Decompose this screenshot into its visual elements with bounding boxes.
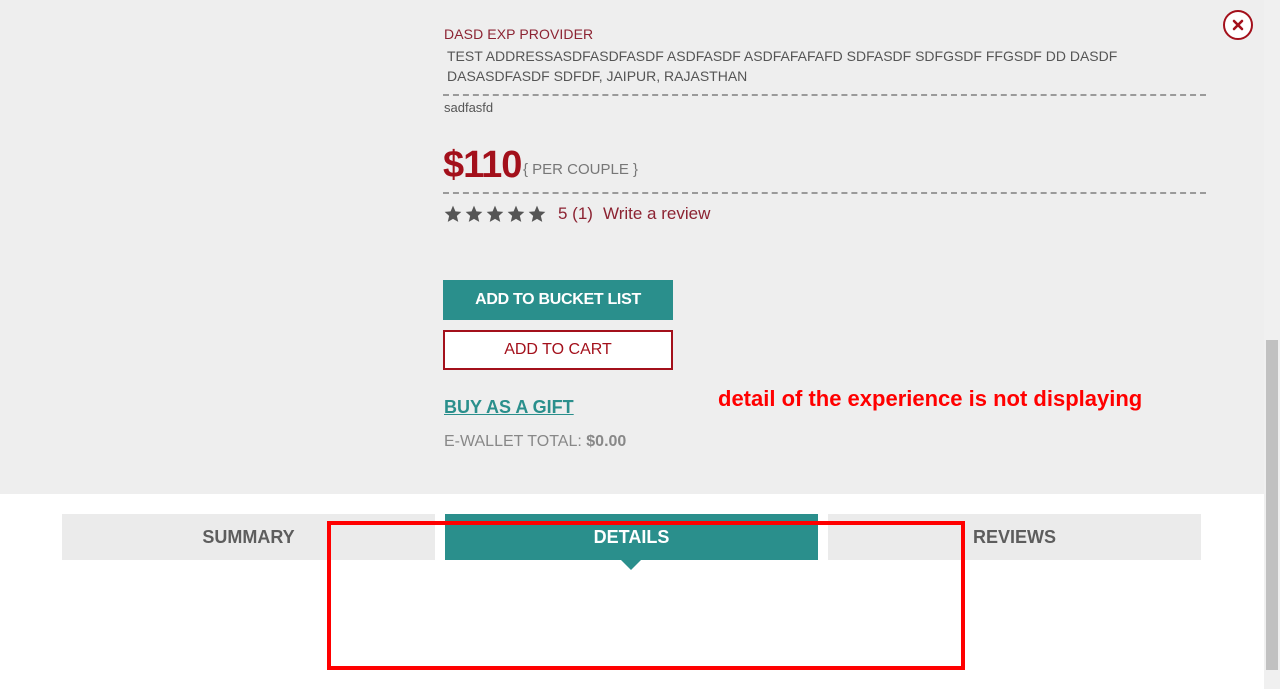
star-icon (507, 205, 525, 222)
rating: 5 (1) Write a review (443, 204, 710, 224)
divider (443, 94, 1206, 96)
close-button[interactable] (1223, 10, 1253, 40)
e-wallet-label: E-WALLET TOTAL: (444, 433, 582, 450)
buy-as-gift-link[interactable]: BUY AS A GIFT (444, 397, 574, 418)
star-icon (465, 205, 483, 222)
scrollbar-thumb[interactable] (1266, 340, 1278, 670)
add-to-bucket-list-button[interactable]: ADD TO BUCKET LIST (443, 280, 673, 320)
star-icon (528, 205, 546, 222)
e-wallet-amount: $0.00 (586, 433, 627, 450)
product-modal-page: DASD EXP PROVIDER TEST ADDRESSASDFASDFAS… (0, 0, 1280, 689)
price-unit: { PER COUPLE } (523, 161, 639, 178)
add-to-cart-button[interactable]: ADD TO CART (443, 330, 673, 370)
star-icon (444, 205, 462, 222)
divider (443, 192, 1206, 194)
short-description: sadfasfd (444, 100, 494, 115)
star-rating (443, 204, 547, 224)
rating-value: 5 (1) (558, 204, 593, 223)
annotation-highlight-box (327, 521, 965, 670)
product-info-panel: DASD EXP PROVIDER TEST ADDRESSASDFASDFAS… (0, 0, 1264, 494)
vertical-scrollbar[interactable] (1264, 0, 1280, 689)
provider-name: DASD EXP PROVIDER (444, 26, 594, 42)
write-review-link[interactable]: Write a review (603, 204, 710, 224)
close-icon (1232, 19, 1244, 31)
price: $110 (443, 144, 522, 186)
provider-address: TEST ADDRESSASDFASDFASDF ASDFASDF ASDFAF… (447, 48, 1118, 84)
annotation-note: detail of the experience is not displayi… (718, 386, 1143, 411)
e-wallet-total: E-WALLET TOTAL: $0.00 (444, 433, 626, 451)
star-icon (486, 205, 504, 222)
